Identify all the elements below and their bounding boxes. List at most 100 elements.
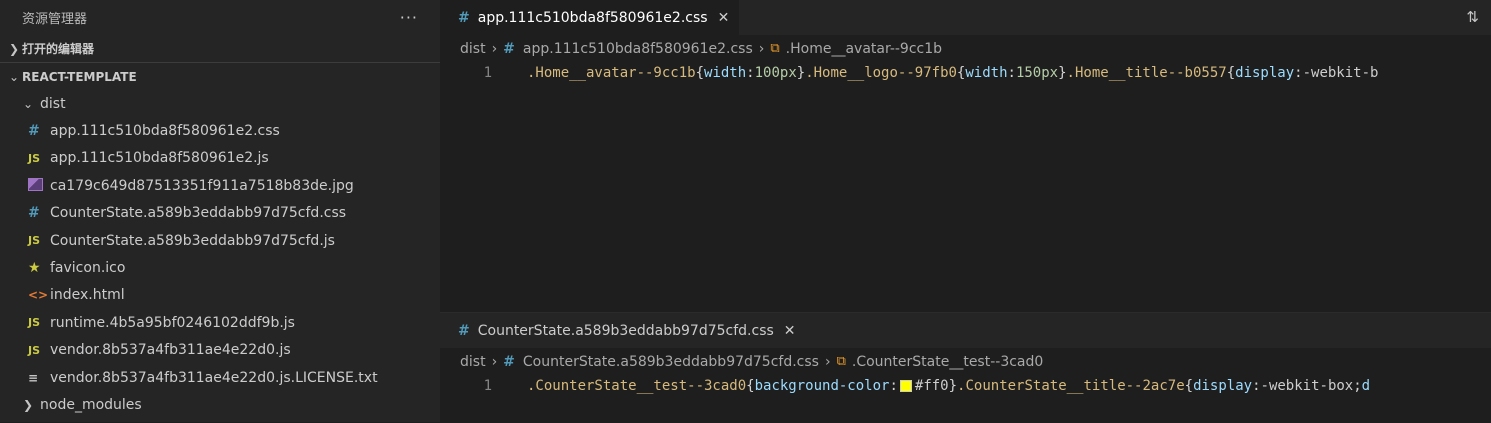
punctuation: { <box>1184 378 1194 394</box>
editor-group-top: # app.111c510bda8f580961e2.css ✕ ⇅ dist … <box>440 0 1491 312</box>
close-icon[interactable]: ✕ <box>784 323 796 339</box>
css-property: background-color <box>754 378 890 394</box>
tab-app-css[interactable]: # app.111c510bda8f580961e2.css ✕ <box>440 0 740 35</box>
punctuation: : <box>1294 65 1303 81</box>
css-value: -webkit-b <box>1302 65 1379 81</box>
punctuation: : <box>889 378 898 394</box>
breadcrumb: dist › # app.111c510bda8f580961e2.css › … <box>440 35 1491 62</box>
css-selector: .Home__avatar--9cc1b <box>527 65 696 81</box>
compare-changes-icon[interactable]: ⇅ <box>1466 8 1479 26</box>
breadcrumb-folder[interactable]: dist <box>460 354 486 370</box>
file-item[interactable]: <> index.html <box>0 282 440 309</box>
css-value: #ff0 <box>914 378 949 394</box>
breadcrumb: dist › # CounterState.a589b3eddabb97d75c… <box>440 348 1491 375</box>
punctuation: : <box>1252 378 1261 394</box>
section-project[interactable]: ⌄ REACT-TEMPLATE <box>0 62 440 90</box>
chevron-right-icon: › <box>491 40 498 57</box>
file-item[interactable]: JS app.111c510bda8f580961e2.js <box>0 145 440 172</box>
punctuation: : <box>1007 65 1016 81</box>
image-file-icon <box>28 177 50 194</box>
chevron-right-icon: ❯ <box>8 41 20 56</box>
css-file-icon: # <box>503 353 515 370</box>
punctuation: } <box>1058 65 1067 81</box>
chevron-right-icon: › <box>758 40 765 57</box>
css-value: 150px <box>1015 65 1059 81</box>
css-file-icon: # <box>458 322 470 339</box>
punctuation: { <box>695 65 705 81</box>
punctuation: } <box>948 378 958 394</box>
tab-counterstate-css[interactable]: # CounterState.a589b3eddabb97d75cfd.css … <box>440 313 806 348</box>
css-property: display <box>1235 65 1295 81</box>
color-swatch[interactable] <box>899 380 912 392</box>
html-file-icon: <> <box>28 288 49 303</box>
file-label: favicon.ico <box>50 260 126 277</box>
breadcrumb-file[interactable]: app.111c510bda8f580961e2.css <box>523 41 753 57</box>
breadcrumb-symbol[interactable]: .Home__avatar--9cc1b <box>786 41 942 57</box>
breadcrumb-file[interactable]: CounterState.a589b3eddabb97d75cfd.css <box>523 354 819 370</box>
chevron-right-icon: › <box>824 353 831 370</box>
file-label: index.html <box>50 287 125 304</box>
file-label: CounterState.a589b3eddabb97d75cfd.css <box>50 205 347 222</box>
file-item[interactable]: ≡ vendor.8b537a4fb311ae4e22d0.js.LICENSE… <box>0 364 440 391</box>
folder-label: node_modules <box>40 396 142 413</box>
breadcrumb-symbol[interactable]: .CounterState__test--3cad0 <box>852 354 1043 370</box>
js-file-icon: JS <box>28 316 41 330</box>
line-number: 1 <box>483 378 492 394</box>
code-line[interactable]: 1 .Home__avatar--9cc1b{width:100px} .Home_… <box>440 62 1491 84</box>
editor-group-bottom: # CounterState.a589b3eddabb97d75cfd.css … <box>440 312 1491 423</box>
punctuation: : <box>746 65 755 81</box>
symbol-class-icon: ⧉ <box>836 354 846 369</box>
js-file-icon: JS <box>28 151 41 165</box>
section-project-label: REACT-TEMPLATE <box>22 69 137 84</box>
file-item[interactable]: JS CounterState.a589b3eddabb97d75cfd.js <box>0 227 440 254</box>
symbol-class-icon: ⧉ <box>770 41 780 56</box>
explorer-header: 资源管理器 ··· <box>0 0 440 35</box>
js-file-icon: JS <box>28 234 41 248</box>
star-icon: ★ <box>28 260 41 277</box>
css-file-icon: # <box>28 205 40 222</box>
text-file-icon: ≡ <box>28 370 39 385</box>
file-item[interactable]: JS vendor.8b537a4fb311ae4e22d0.js <box>0 337 440 364</box>
file-label: runtime.4b5a95bf0246102ddf9b.js <box>50 314 295 331</box>
code-line[interactable]: 1 .CounterState__test--3cad0{background-c… <box>440 375 1491 397</box>
explorer-title: 资源管理器 <box>22 12 88 27</box>
tab-label: CounterState.a589b3eddabb97d75cfd.css <box>477 322 774 339</box>
punctuation: ; <box>1353 378 1362 394</box>
file-item[interactable]: ca179c649d87513351f911a7518b83de.jpg <box>0 172 440 199</box>
breadcrumb-folder[interactable]: dist <box>460 41 486 57</box>
section-open-editors[interactable]: ❯ 打开的编辑器 <box>0 35 440 62</box>
css-file-icon: # <box>28 123 40 140</box>
folder-node-modules[interactable]: ❯ node_modules <box>0 391 440 418</box>
file-item[interactable]: JS runtime.4b5a95bf0246102ddf9b.js <box>0 309 440 336</box>
css-property: width <box>965 65 1008 81</box>
file-label: CounterState.a589b3eddabb97d75cfd.js <box>50 232 335 249</box>
file-item[interactable]: # app.111c510bda8f580961e2.css <box>0 117 440 144</box>
close-icon[interactable]: ✕ <box>718 10 730 26</box>
file-label: app.111c510bda8f580961e2.js <box>50 150 269 167</box>
explorer-sidebar: 资源管理器 ··· ❯ 打开的编辑器 ⌄ REACT-TEMPLATE ⌄ di… <box>0 0 440 422</box>
file-label: ca179c649d87513351f911a7518b83de.jpg <box>50 177 354 194</box>
more-actions-icon[interactable]: ··· <box>400 8 418 27</box>
editor-area: # app.111c510bda8f580961e2.css ✕ ⇅ dist … <box>440 0 1491 422</box>
section-open-editors-label: 打开的编辑器 <box>22 42 95 56</box>
css-file-icon: # <box>503 40 515 57</box>
css-value: 100px <box>754 65 797 81</box>
file-label: app.111c510bda8f580961e2.css <box>50 123 280 140</box>
punctuation: { <box>746 378 755 394</box>
file-item[interactable]: ★ favicon.ico <box>0 254 440 281</box>
line-number: 1 <box>483 65 492 81</box>
chevron-down-icon: ⌄ <box>8 69 20 84</box>
css-property: display <box>1193 378 1253 394</box>
file-item[interactable]: # CounterState.a589b3eddabb97d75cfd.css <box>0 200 440 227</box>
css-property: d <box>1361 378 1371 394</box>
css-file-icon: # <box>458 9 470 26</box>
file-label: vendor.8b537a4fb311ae4e22d0.js.LICENSE.t… <box>50 369 378 386</box>
chevron-down-icon: ⌄ <box>22 96 34 111</box>
punctuation: } <box>796 65 806 81</box>
css-property: width <box>704 65 747 81</box>
tab-bar: # CounterState.a589b3eddabb97d75cfd.css … <box>440 313 1491 348</box>
tab-label: app.111c510bda8f580961e2.css <box>477 9 708 26</box>
js-file-icon: JS <box>28 343 41 357</box>
css-selector: .Home__logo--97fb0 <box>805 65 957 81</box>
folder-dist[interactable]: ⌄ dist <box>0 90 440 117</box>
